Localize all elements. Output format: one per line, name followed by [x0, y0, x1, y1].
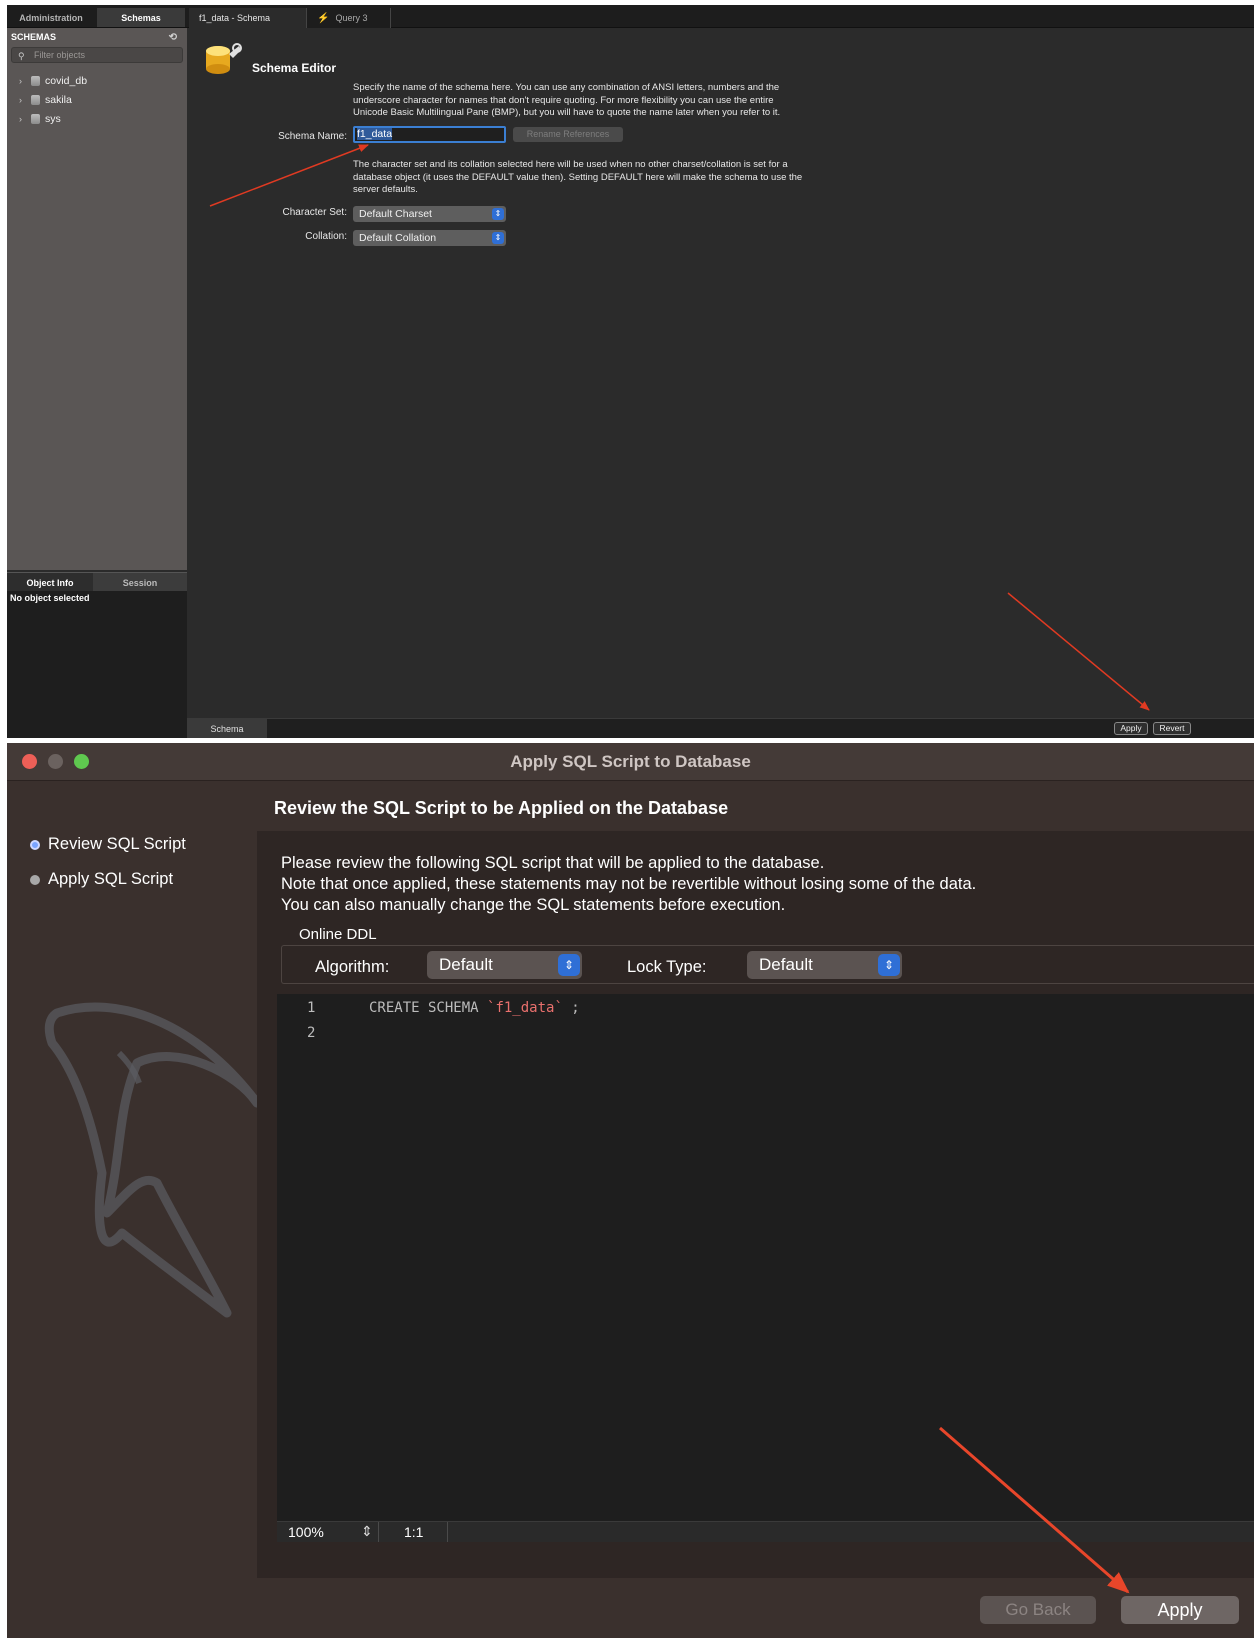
dialog-heading: Review the SQL Script to be Applied on t… [274, 798, 729, 818]
select-arrows-icon: ⇕ [492, 232, 504, 244]
step-review-sql-script: Review SQL Script [30, 835, 186, 854]
filter-placeholder: Filter objects [34, 50, 86, 60]
editor-status-bar: 100% ⇕ 1:1 [277, 1521, 1254, 1542]
step-apply-sql-script: Apply SQL Script [30, 870, 173, 889]
sql-script-editor[interactable]: 1 2 CREATE SCHEMA `f1_data` ; [277, 994, 1254, 1521]
zoom-stepper-icon[interactable]: ⇕ [361, 1523, 373, 1540]
rename-references-button[interactable]: Rename References [513, 127, 623, 142]
screenshot-stage: Administration Schemas f1_data - Schema … [0, 0, 1260, 1638]
sql-keyword: CREATE SCHEMA [369, 1000, 488, 1016]
editor-title: Schema Editor [252, 61, 337, 75]
line-number: 1 [307, 1000, 316, 1016]
cursor-position: 1:1 [404, 1524, 424, 1540]
editor-bottom-bar: Schema Apply Revert [187, 718, 1254, 738]
divider [378, 1522, 379, 1542]
tab-session[interactable]: Session [97, 573, 183, 592]
no-object-selected-text: No object selected [10, 593, 90, 603]
schemas-heading: SCHEMAS [11, 32, 57, 42]
search-icon: ⚲ [18, 51, 25, 61]
tab-administration[interactable]: Administration [7, 8, 95, 27]
object-info-panel: No object selected [7, 591, 187, 738]
select-arrows-icon: ⇕ [878, 954, 900, 976]
schema-item-covid-db[interactable]: › covid_db [19, 72, 87, 90]
chevron-right-icon[interactable]: › [19, 114, 29, 124]
chevron-right-icon[interactable]: › [19, 95, 29, 105]
character-set-label: Character Set: [282, 207, 347, 218]
algorithm-select[interactable]: Default ⇕ [427, 951, 582, 979]
collation-select[interactable]: Default Collation ⇕ [353, 230, 506, 246]
sidebar-header: SCHEMAS ⟲ [7, 32, 187, 46]
schema-label: sakila [45, 94, 72, 106]
review-description: Please review the following SQL script t… [281, 854, 977, 914]
dialog-titlebar: Apply SQL Script to Database [7, 743, 1254, 781]
tab-schemas[interactable]: Schemas [97, 8, 185, 27]
schema-editor-icon [206, 43, 242, 74]
lightning-icon: ⚡ [317, 12, 330, 24]
online-ddl-group: Algorithm: Default ⇕ Lock Type: Default ⇕ [281, 945, 1254, 984]
tab-label: Query 3 [335, 13, 368, 23]
filter-objects-input[interactable]: ⚲ Filter objects [11, 47, 183, 63]
workbench-window: Administration Schemas f1_data - Schema … [7, 5, 1254, 738]
schema-name-label: Schema Name: [278, 131, 347, 142]
schema-item-sakila[interactable]: › sakila [19, 91, 72, 109]
lock-type-value: Default [759, 955, 813, 974]
active-step-icon [30, 839, 40, 850]
sql-terminator: ; [562, 1000, 580, 1016]
dialog-title: Apply SQL Script to Database [510, 752, 751, 771]
step-label: Review SQL Script [48, 835, 186, 853]
schema-name-input[interactable]: f1_data [353, 126, 506, 143]
charset-help: The character set and its collation sele… [353, 159, 803, 196]
apply-button[interactable]: Apply [1121, 1596, 1239, 1624]
schema-name-help: Specify the name of the schema here. You… [353, 82, 781, 119]
chevron-right-icon[interactable]: › [19, 76, 29, 86]
online-ddl-legend: Online DDL [299, 926, 377, 943]
tab-bar: Administration Schemas f1_data - Schema … [7, 5, 1254, 28]
apply-button[interactable]: Apply [1114, 722, 1148, 735]
schema-item-sys[interactable]: › sys [19, 110, 61, 128]
go-back-button[interactable]: Go Back [980, 1596, 1096, 1624]
algorithm-value: Default [439, 955, 493, 974]
collation-value: Default Collation [359, 232, 437, 244]
character-set-select[interactable]: Default Charset ⇕ [353, 206, 506, 222]
step-label: Apply SQL Script [48, 870, 174, 888]
schema-label: sys [45, 113, 61, 125]
lock-type-select[interactable]: Default ⇕ [747, 951, 902, 979]
inactive-step-icon [30, 874, 40, 885]
tab-object-info[interactable]: Object Info [7, 573, 93, 592]
revert-button[interactable]: Revert [1153, 722, 1191, 735]
select-arrows-icon: ⇕ [492, 208, 504, 220]
algorithm-label: Algorithm: [315, 958, 390, 976]
schema-label: covid_db [45, 75, 88, 87]
collation-label: Collation: [305, 231, 347, 242]
sql-identifier: `f1_data` [487, 1000, 563, 1016]
divider [447, 1522, 448, 1542]
tab-query-3[interactable]: ⚡ Query 3 [307, 8, 391, 28]
database-icon [31, 95, 40, 105]
database-icon [31, 114, 40, 124]
lock-type-label: Lock Type: [627, 958, 707, 976]
refresh-icon[interactable]: ⟲ [169, 32, 177, 43]
schema-editor: Schema Editor Specify the name of the sc… [187, 28, 1254, 718]
info-tab-bar: Object Info Session [7, 572, 187, 592]
zoom-level[interactable]: 100% [288, 1524, 324, 1540]
line-number: 2 [307, 1025, 316, 1041]
character-set-value: Default Charset [359, 208, 432, 220]
schemas-sidebar: SCHEMAS ⟲ ⚲ Filter objects › covid_db › sa… [7, 28, 187, 570]
tab-label: f1_data - Schema [199, 13, 271, 23]
sql-statement[interactable]: CREATE SCHEMA `f1_data` ; [369, 1000, 580, 1016]
mysql-dolphin-watermark [44, 1002, 262, 1318]
schema-name-value: f1_data [357, 128, 393, 140]
tab-schema[interactable]: Schema [187, 719, 267, 738]
tab-schema-editor[interactable]: f1_data - Schema [189, 8, 307, 28]
apply-sql-dialog: Apply SQL Script to Database Review the … [7, 743, 1254, 1638]
review-panel: Please review the following SQL script t… [257, 831, 1254, 1578]
select-arrows-icon: ⇕ [558, 954, 580, 976]
database-icon [31, 76, 40, 86]
